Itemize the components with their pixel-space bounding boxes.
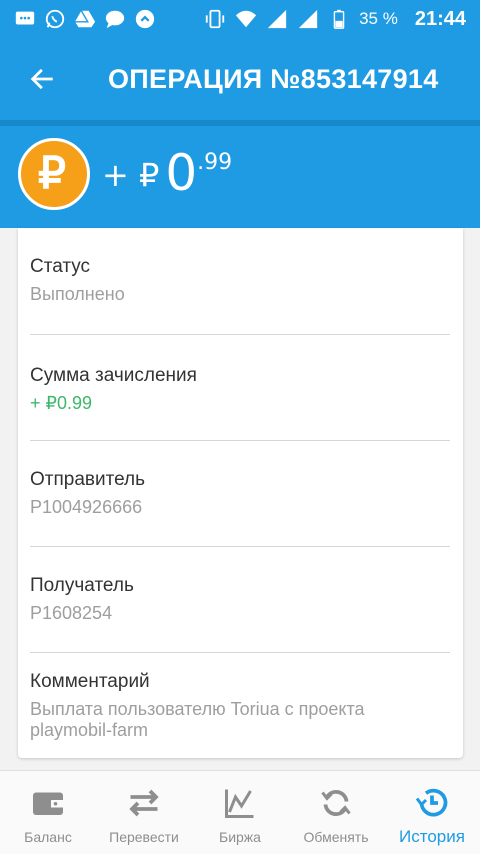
transfer-icon: [129, 789, 159, 817]
signal-icon: [266, 8, 288, 30]
sender-label: Отправитель: [30, 469, 146, 490]
nav-swap-label: Обменять: [303, 829, 369, 845]
amount-fraction: .99: [197, 150, 233, 175]
status-value: Выполнено: [30, 284, 125, 304]
wallet-icon: [33, 792, 63, 815]
arrow-back-icon: [30, 68, 53, 90]
page-title: ОПЕРАЦИЯ №853147914: [108, 63, 439, 94]
wifi-icon: [235, 8, 257, 30]
divider: [30, 334, 450, 335]
credit-amount-label: Сумма зачисления: [30, 365, 197, 386]
status-field: Статус Выполнено: [30, 256, 450, 305]
history-icon: [415, 788, 448, 817]
amount-sign: + ₽: [102, 156, 160, 194]
coin-letter: ₽: [38, 149, 66, 198]
credit-amount-value: + ₽0.99: [30, 393, 92, 413]
sender-value: P1004926666: [30, 497, 143, 517]
sync-icon: [134, 8, 156, 30]
operation-details-card: Статус Выполнено Сумма зачисления + ₽0.9…: [18, 228, 463, 758]
credit-amount-field: Сумма зачисления + ₽0.99: [30, 365, 450, 414]
divider: [30, 440, 450, 441]
amount-header: ₽ + ₽ 0 .99: [0, 126, 480, 228]
vibrate-icon: [204, 8, 226, 30]
comment-label: Комментарий: [30, 671, 150, 692]
status-label: Статус: [30, 256, 91, 277]
drive-icon: [74, 8, 96, 30]
recipient-field: Получатель P1608254: [30, 575, 450, 624]
nav-balance-label: Баланс: [24, 829, 72, 845]
divider: [30, 546, 450, 547]
nav-swap[interactable]: Обменять: [288, 771, 384, 854]
nav-transfer-label: Перевести: [109, 829, 179, 845]
comment-field: Комментарий Выплата пользователю Toriua …: [30, 671, 450, 741]
ruble-coin-icon: ₽: [18, 138, 90, 210]
bottom-navigation: Баланс Перевести Биржа Обменять История: [0, 770, 480, 854]
recipient-value: P1608254: [30, 603, 113, 623]
system-icons: 35 % 21:44: [204, 8, 466, 31]
recipient-label: Получатель: [30, 575, 134, 596]
amount-integer: 0: [165, 144, 198, 202]
sender-field: Отправитель P1004926666: [30, 469, 450, 518]
battery-percent: 35 %: [359, 9, 398, 28]
app-bar: ОПЕРАЦИЯ №853147914: [0, 38, 480, 120]
status-bar: 35 % 21:44: [0, 0, 480, 38]
battery-icon: [328, 8, 350, 30]
chat-icon: [104, 8, 126, 30]
notification-icons: [14, 8, 156, 30]
chart-icon: [225, 789, 254, 818]
amount-value: + ₽ 0 .99: [102, 148, 232, 198]
back-button[interactable]: [0, 38, 84, 120]
nav-balance[interactable]: Баланс: [0, 771, 96, 854]
nav-exchange-market-label: Биржа: [219, 829, 261, 845]
exchange-icon: [321, 789, 351, 817]
comment-value: Выплата пользователю Toriua с проекта pl…: [30, 699, 365, 740]
nav-history[interactable]: История: [384, 771, 480, 854]
nav-transfer[interactable]: Перевести: [96, 771, 192, 854]
whatsapp-icon: [44, 8, 66, 30]
divider: [30, 652, 450, 653]
clock: 21:44: [414, 7, 466, 30]
nav-history-label: История: [399, 827, 465, 846]
nav-exchange-market[interactable]: Биржа: [192, 771, 288, 854]
messages-icon: [14, 8, 36, 30]
signal-icon: [297, 8, 319, 30]
